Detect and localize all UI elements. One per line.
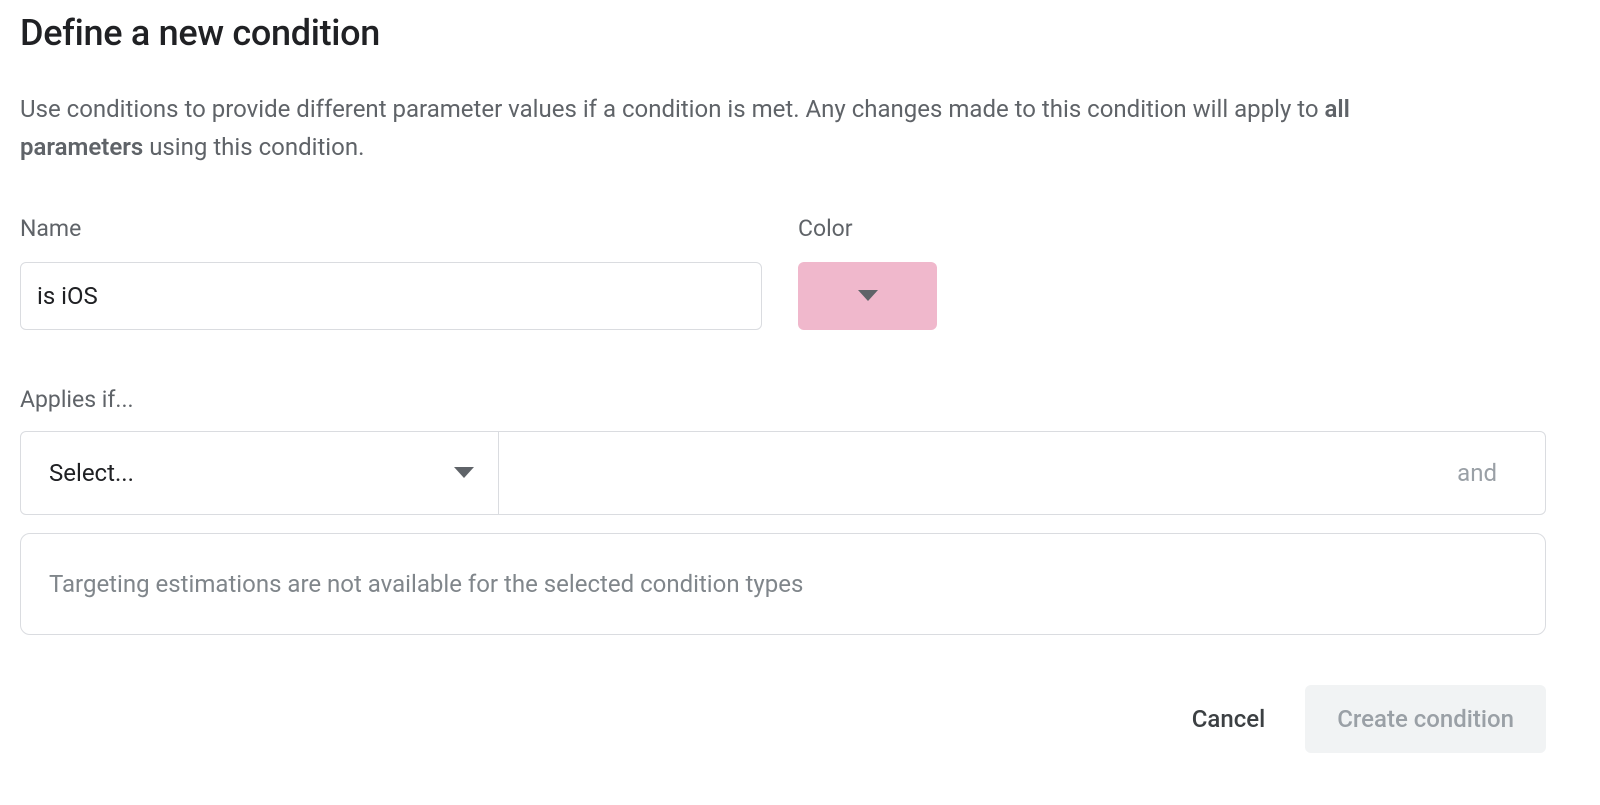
- color-dropdown[interactable]: [798, 262, 937, 330]
- name-field-group: Name: [20, 215, 762, 330]
- color-field-group: Color: [798, 215, 937, 330]
- page-title: Define a new condition: [20, 12, 1580, 54]
- color-label: Color: [798, 215, 937, 242]
- condition-select-dropdown[interactable]: Select...: [21, 432, 499, 514]
- create-condition-button[interactable]: Create condition: [1305, 685, 1546, 753]
- chevron-down-icon: [858, 290, 878, 302]
- applies-row: Select... and: [20, 431, 1546, 515]
- description-text: Use conditions to provide different para…: [20, 90, 1420, 167]
- select-placeholder-text: Select...: [49, 459, 134, 487]
- chevron-down-icon: [454, 467, 474, 479]
- applies-label: Applies if...: [20, 386, 1580, 413]
- cancel-button[interactable]: Cancel: [1184, 689, 1273, 749]
- name-input[interactable]: [20, 262, 762, 330]
- field-row: Name Color: [20, 215, 1580, 330]
- estimation-box: Targeting estimations are not available …: [20, 533, 1546, 635]
- estimation-message: Targeting estimations are not available …: [49, 570, 803, 598]
- and-label[interactable]: and: [1457, 459, 1545, 487]
- description-post: using this condition.: [143, 133, 364, 161]
- description-pre: Use conditions to provide different para…: [20, 95, 1325, 123]
- name-label: Name: [20, 215, 762, 242]
- button-row: Cancel Create condition: [20, 685, 1546, 753]
